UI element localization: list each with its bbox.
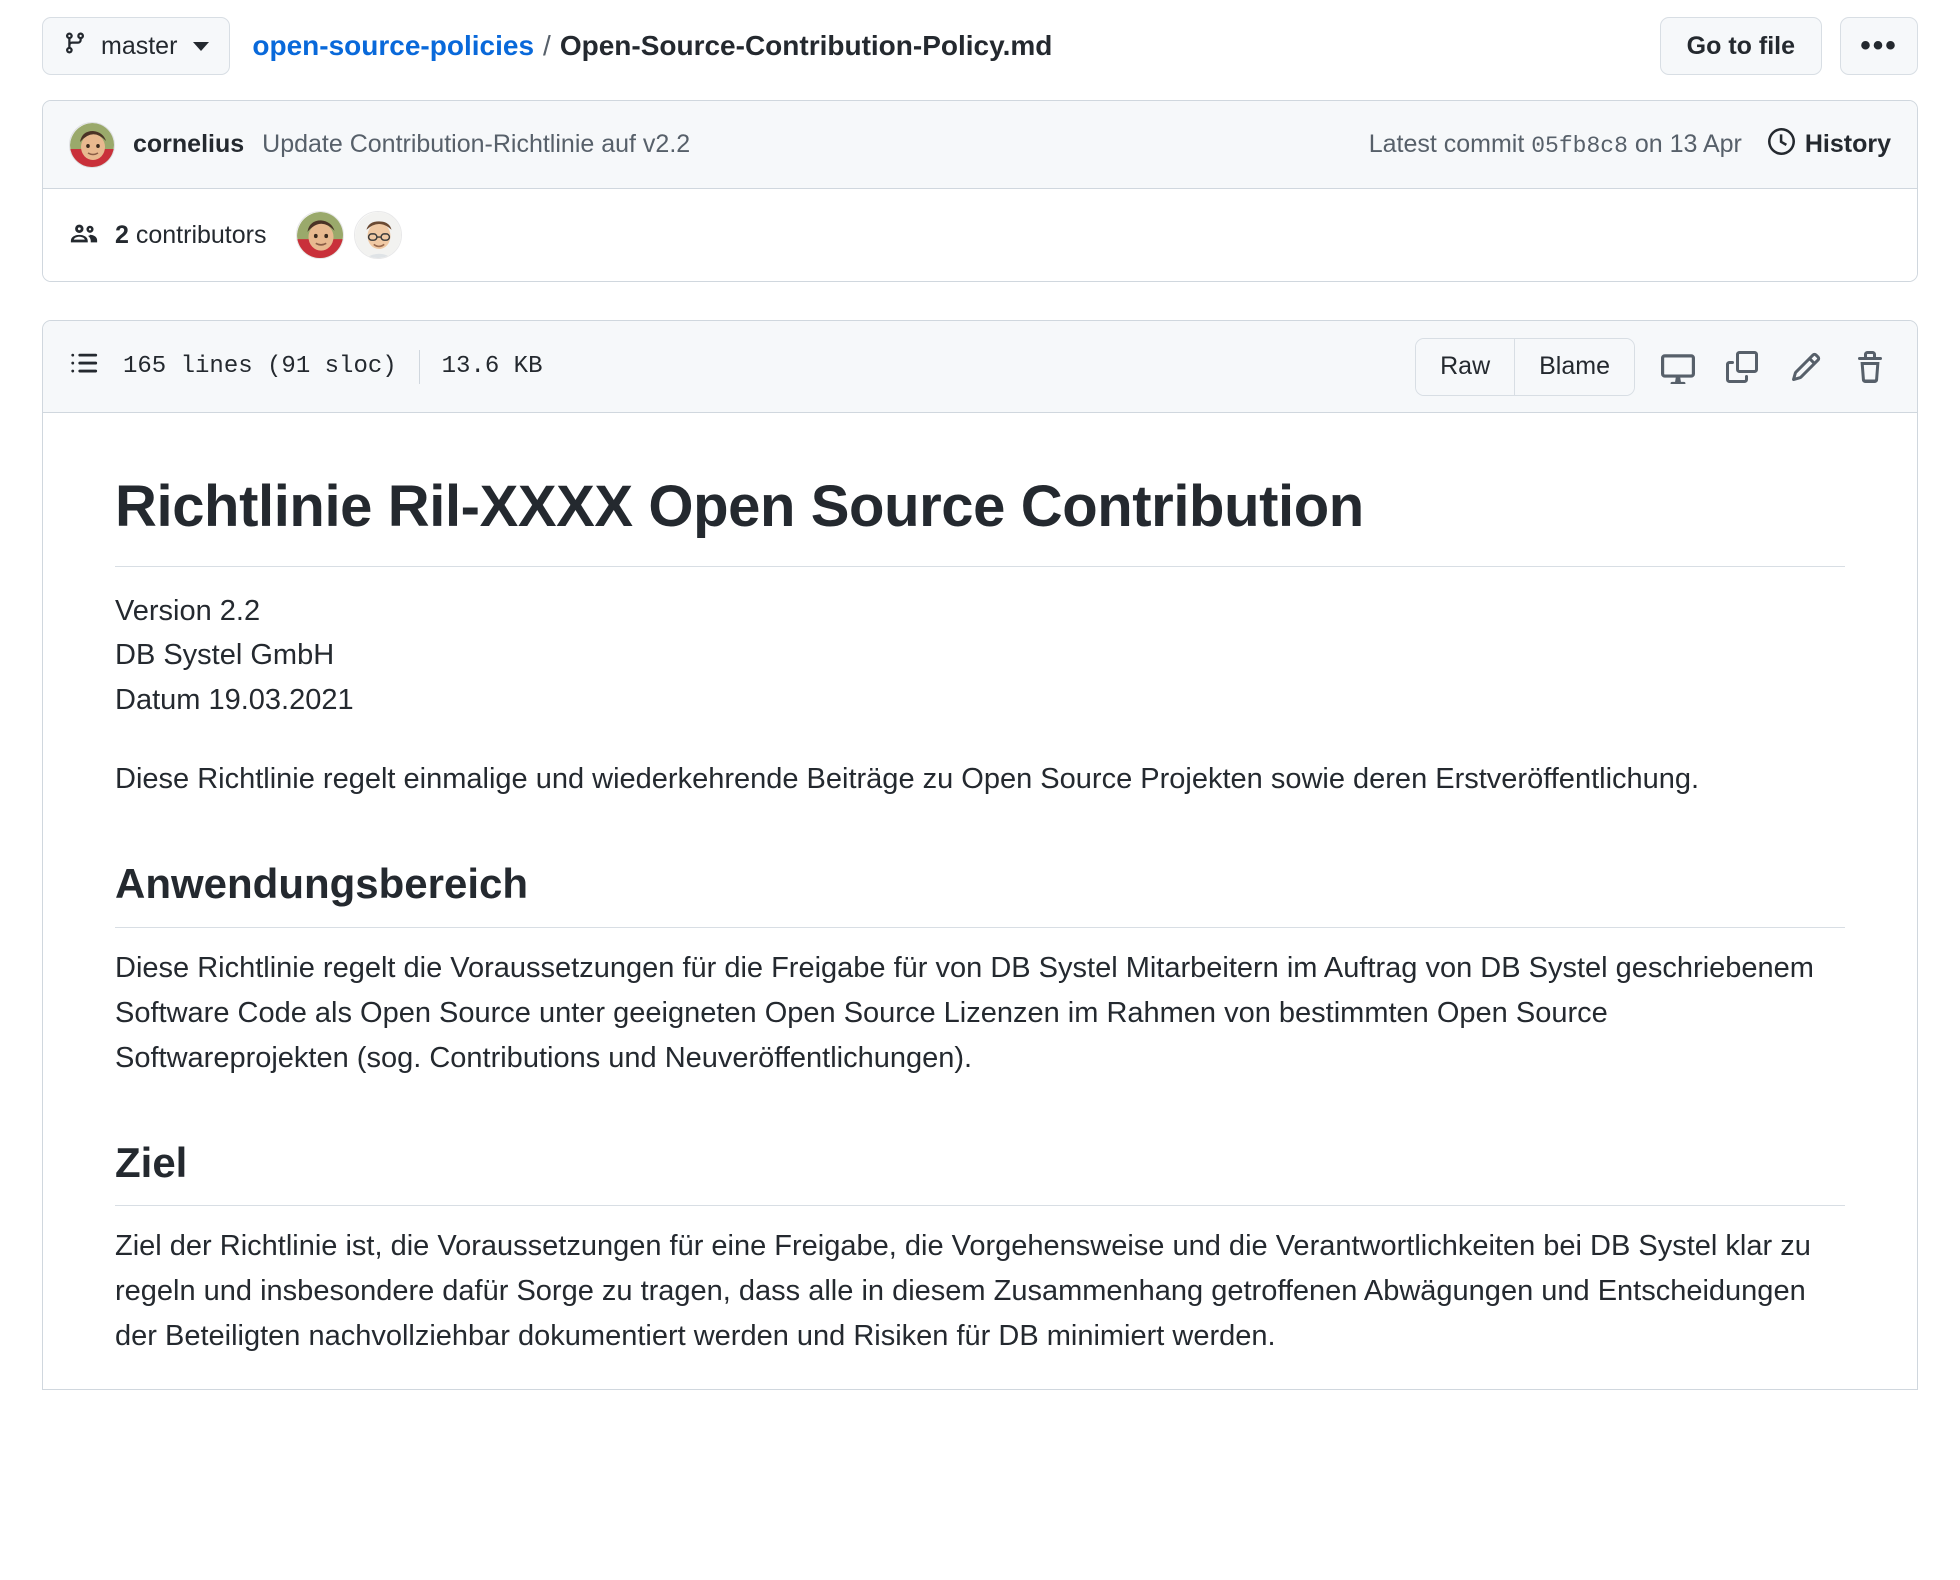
section-body-anwendungsbereich: Diese Richtlinie regelt die Voraussetzun… [115,951,1814,1074]
commit-author-avatar[interactable] [69,121,115,168]
doc-version: Version 2.2 [115,594,261,627]
copy-icon[interactable] [1721,346,1763,388]
file-content-box: 165 lines (91 sloc) 13.6 KB Raw Blame Ri… [42,320,1918,1390]
breadcrumb-separator: / [543,30,551,61]
github-file-view: master open-source-policies / Open-Sourc… [0,0,1960,1580]
document-title: Richtlinie Ril-XXXX Open Source Contribu… [115,471,1845,567]
go-to-file-button[interactable]: Go to file [1659,17,1822,75]
breadcrumb-repo-link[interactable]: open-source-policies [252,30,534,62]
meta-divider [418,349,420,384]
people-icon [69,218,99,253]
section-heading-ziel: Ziel [115,1137,1845,1207]
contributors-row: 2 contributors [43,189,1917,281]
commit-info-box: cornelius Update Contribution-Richtlinie… [42,100,1918,282]
contributors-count: 2 [115,220,129,249]
section-heading-anwendungsbereich: Anwendungsbereich [115,858,1845,928]
pencil-icon[interactable] [1785,346,1827,388]
view-mode-group: Raw Blame [1415,337,1635,396]
latest-commit-info: Latest commit 05fb8c8 on 13 Apr [1369,130,1742,159]
document-meta: Version 2.2 DB Systel GmbH Datum 19.03.2… [115,589,1815,724]
contributor-avatars [296,211,403,259]
history-link[interactable]: History [1767,127,1891,162]
contributors-label[interactable]: 2 contributors [115,221,266,250]
file-size: 13.6 KB [441,353,543,380]
breadcrumb-filename: Open-Source-Contribution-Policy.md [559,30,1053,61]
repo-file-toolbar: master open-source-policies / Open-Sourc… [28,0,1932,92]
clock-history-icon [1767,127,1795,162]
latest-commit-row: cornelius Update Contribution-Richtlinie… [43,101,1917,189]
chevron-down-icon [193,41,210,51]
trash-icon[interactable] [1849,346,1891,388]
commit-sha[interactable]: 05fb8c8 [1531,133,1628,159]
contributor-avatar-2[interactable] [354,211,403,259]
branch-selector-button[interactable]: master [42,17,231,75]
list-unordered-icon[interactable] [69,349,99,384]
commit-meta: Latest commit 05fb8c8 on 13 Apr History [1369,127,1891,162]
git-branch-icon [63,30,87,63]
commit-author-name[interactable]: cornelius [133,130,244,159]
file-meta: 165 lines (91 sloc) 13.6 KB [123,349,543,384]
commit-date: on 13 Apr [1634,130,1742,158]
history-label: History [1804,130,1891,158]
document-intro: Diese Richtlinie regelt einmalige und wi… [115,763,1700,796]
branch-name-label: master [101,31,178,60]
more-options-button[interactable]: ••• [1840,17,1918,75]
contributors-text: contributors [135,220,267,249]
desktop-download-icon[interactable] [1657,346,1699,388]
section-body-ziel: Ziel der Richtlinie ist, die Voraussetzu… [115,1230,1811,1352]
file-header: 165 lines (91 sloc) 13.6 KB Raw Blame [43,321,1917,413]
doc-company: DB Systel GmbH [115,639,335,672]
commit-message[interactable]: Update Contribution-Richtlinie auf v2.2 [262,130,690,159]
toolbar-actions: Go to file ••• [1659,17,1918,75]
breadcrumb: open-source-policies / Open-Source-Contr… [252,30,1052,62]
latest-commit-label: Latest commit [1368,130,1525,158]
file-actions: Raw Blame [1415,337,1891,396]
contributor-avatar-1[interactable] [296,211,345,259]
markdown-body: Richtlinie Ril-XXXX Open Source Contribu… [43,413,1917,1359]
doc-date: Datum 19.03.2021 [115,684,354,717]
raw-button[interactable]: Raw [1416,338,1515,395]
blame-button[interactable]: Blame [1514,338,1634,395]
file-line-count: 165 lines (91 sloc) [123,353,397,380]
